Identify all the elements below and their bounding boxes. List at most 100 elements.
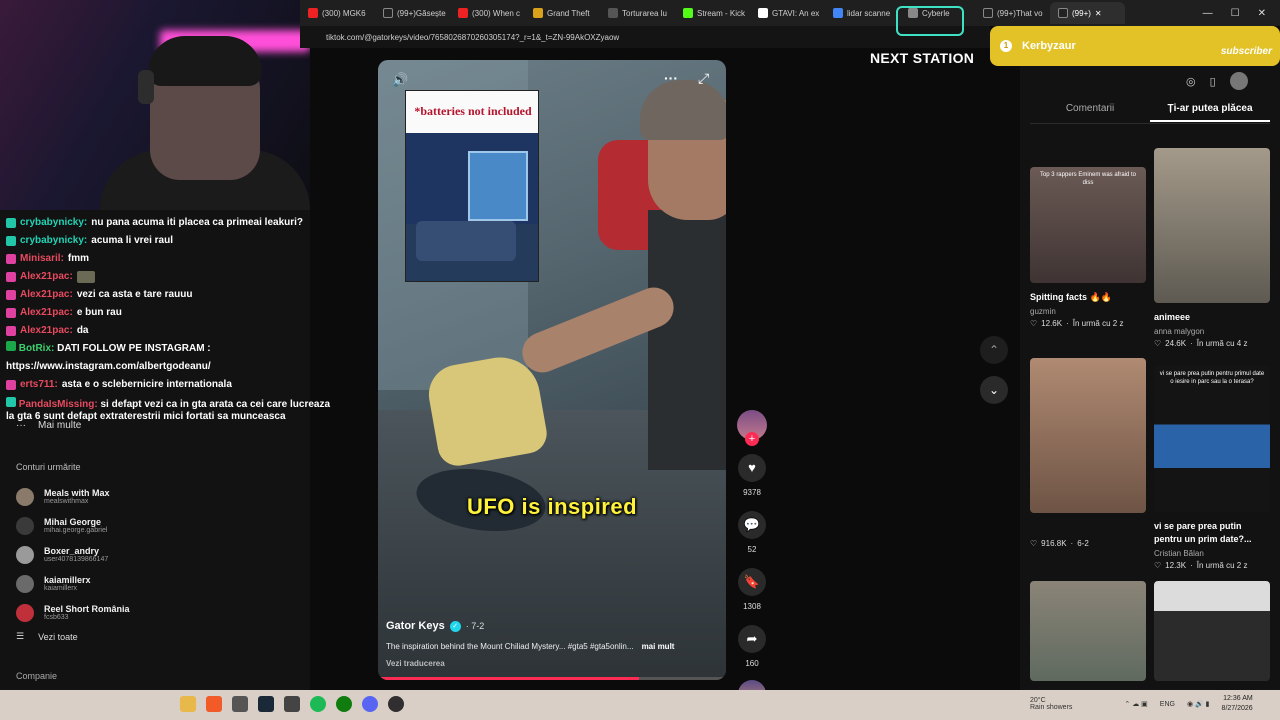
- browser-tab-active[interactable]: (99+) ✕: [1050, 2, 1125, 24]
- browser-tab[interactable]: (300) MGK6: [300, 2, 375, 24]
- tab-comments[interactable]: Comentarii: [1030, 103, 1150, 122]
- heart-icon[interactable]: ♥: [738, 454, 766, 482]
- previous-video-button[interactable]: ⌃: [980, 336, 1008, 364]
- like-count: 9378: [743, 488, 761, 497]
- video-creator: Cristian Bălan: [1154, 549, 1204, 558]
- clock[interactable]: 12:36 AM 8/27/2026: [1222, 694, 1253, 714]
- like-count: 12.3K: [1165, 561, 1187, 570]
- video-time: În urmă cu 2 z: [1072, 319, 1124, 328]
- file-explorer-icon[interactable]: [180, 696, 196, 712]
- app-icon[interactable]: [284, 696, 300, 712]
- following-account[interactable]: Meals with Max mealswithmax: [16, 482, 286, 511]
- more-menu-item[interactable]: ··· Mai multe: [16, 420, 81, 431]
- follow-plus-icon[interactable]: +: [745, 432, 759, 446]
- spotify-icon[interactable]: [310, 696, 326, 712]
- following-title: Conturi urmărite: [16, 462, 81, 472]
- expand-icon[interactable]: ⤢: [698, 70, 709, 87]
- recommended-video[interactable]: [1154, 581, 1270, 681]
- chat-text: fmm: [67, 253, 90, 264]
- more-options-icon[interactable]: ···: [664, 70, 678, 86]
- video-creator: guzmin: [1030, 307, 1056, 316]
- poster-bed: [416, 221, 516, 261]
- like-action[interactable]: ♥ 9378: [736, 454, 768, 497]
- see-translation-link[interactable]: Vezi traducerea: [386, 659, 721, 668]
- chat-user: Alex21pac:: [20, 307, 73, 318]
- browser-tab[interactable]: (99+)Găsește: [375, 2, 450, 24]
- brave-icon[interactable]: [206, 696, 222, 712]
- tab-recommended[interactable]: Ți-ar putea plăcea: [1150, 103, 1270, 122]
- close-window-icon[interactable]: ✕: [1258, 8, 1266, 19]
- maximize-icon[interactable]: ☐: [1231, 8, 1240, 19]
- video-thumbnail[interactable]: vi se pare prea putin pentru primul date…: [1154, 366, 1270, 512]
- browser-tab[interactable]: GTAVI: An ex: [750, 2, 825, 24]
- discord-icon[interactable]: [362, 696, 378, 712]
- share-action[interactable]: ➦ 160: [736, 625, 768, 668]
- chat-user: Alex21pac:: [20, 271, 73, 282]
- weather-widget[interactable]: 20°C Rain showers: [1030, 697, 1072, 711]
- browser-tab[interactable]: (300) When c: [450, 2, 525, 24]
- tab-favicon-icon: [383, 8, 393, 18]
- video-thumbnail[interactable]: [1030, 581, 1146, 681]
- chat-badge-icon: [6, 272, 16, 282]
- creator-avatar[interactable]: +: [737, 410, 767, 446]
- obs-icon[interactable]: [388, 696, 404, 712]
- phone-icon[interactable]: ▯: [1210, 75, 1216, 88]
- volume-icon[interactable]: 🔊: [392, 72, 408, 88]
- avatar[interactable]: [1229, 72, 1248, 90]
- weather-desc: Rain showers: [1030, 704, 1073, 711]
- recommended-video[interactable]: vi se pare prea putin pentru primul date…: [1154, 366, 1270, 570]
- avatar: [16, 603, 34, 622]
- language-indicator[interactable]: ENG: [1160, 701, 1175, 708]
- address-bar[interactable]: tiktok.com/@gatorkeys/video/765802687026…: [300, 26, 990, 48]
- comment-action[interactable]: 💬 52: [736, 511, 768, 554]
- following-account[interactable]: Mihai George mihai.george.gabriel: [16, 511, 286, 540]
- save-count: 1308: [743, 602, 761, 611]
- following-account[interactable]: kaiamillerx kaiamillerx: [16, 569, 286, 598]
- video-player[interactable]: *batteries not included 🔊 ··· ⤢ UFO is i…: [378, 60, 726, 680]
- browser-tab[interactable]: Stream - Kick: [675, 2, 750, 24]
- comment-icon[interactable]: 💬: [738, 511, 766, 539]
- video-thumbnail[interactable]: [1154, 148, 1270, 303]
- tab-favicon-icon: [608, 8, 618, 18]
- compass-icon[interactable]: ◎: [1186, 75, 1196, 88]
- recommended-video[interactable]: [1030, 581, 1146, 681]
- recommended-video[interactable]: ♡ 916.8K · 6-2: [1030, 358, 1146, 548]
- chat-badge-icon: [6, 254, 16, 264]
- following-account[interactable]: Reel Short România fcsb633: [16, 598, 286, 627]
- recommended-video[interactable]: animeee anna malygon ♡ 24.6K · În urmă cu 4…: [1154, 148, 1270, 348]
- share-count: 160: [745, 659, 759, 668]
- video-progress-bar[interactable]: [378, 677, 726, 680]
- xbox-icon[interactable]: [336, 696, 352, 712]
- browser-tab[interactable]: (99+)That vo: [975, 2, 1050, 24]
- see-more-link[interactable]: mai mult: [642, 642, 675, 651]
- close-tab-icon[interactable]: ✕: [1095, 9, 1102, 18]
- video-thumbnail[interactable]: [1030, 358, 1146, 513]
- save-action[interactable]: 🔖 1308: [736, 568, 768, 611]
- video-scene-vest: [648, 210, 726, 470]
- tray-icons[interactable]: ⌃ ☁ ▣: [1124, 700, 1147, 708]
- steam-icon[interactable]: [258, 696, 274, 712]
- bookmark-icon[interactable]: 🔖: [738, 568, 766, 596]
- browser-tab[interactable]: Grand Theft: [525, 2, 600, 24]
- browser-tab[interactable]: Torturarea lu: [600, 2, 675, 24]
- following-account[interactable]: Boxer_andry user4078139866147: [16, 540, 286, 569]
- tab-label: Grand Theft: [547, 8, 590, 18]
- app-icon[interactable]: [232, 696, 248, 712]
- train-overlay-icon: [896, 6, 964, 36]
- network-icon[interactable]: ◉ 🔊 ▮: [1187, 700, 1210, 708]
- coin-icon: 1: [1000, 40, 1012, 52]
- video-thumbnail[interactable]: Top 3 rappers Eminem was afraid to diss: [1030, 167, 1146, 283]
- tab-label: Torturarea lu: [622, 8, 667, 18]
- browser-tab[interactable]: lidar scanne: [825, 2, 900, 24]
- movie-poster: *batteries not included: [405, 90, 539, 282]
- minimize-icon[interactable]: —: [1203, 8, 1213, 19]
- video-thumbnail[interactable]: [1154, 581, 1270, 681]
- list-icon: ☰: [16, 631, 25, 641]
- next-video-button[interactable]: ⌄: [980, 376, 1008, 404]
- video-author[interactable]: Gator Keys ✓ · 7-2: [386, 620, 721, 632]
- share-icon[interactable]: ➦: [738, 625, 766, 653]
- like-count: 24.6K: [1165, 339, 1187, 348]
- recommended-video[interactable]: Top 3 rappers Eminem was afraid to diss …: [1030, 167, 1146, 328]
- see-all-link[interactable]: ☰ Vezi toate: [16, 631, 286, 642]
- avatar: [16, 487, 34, 506]
